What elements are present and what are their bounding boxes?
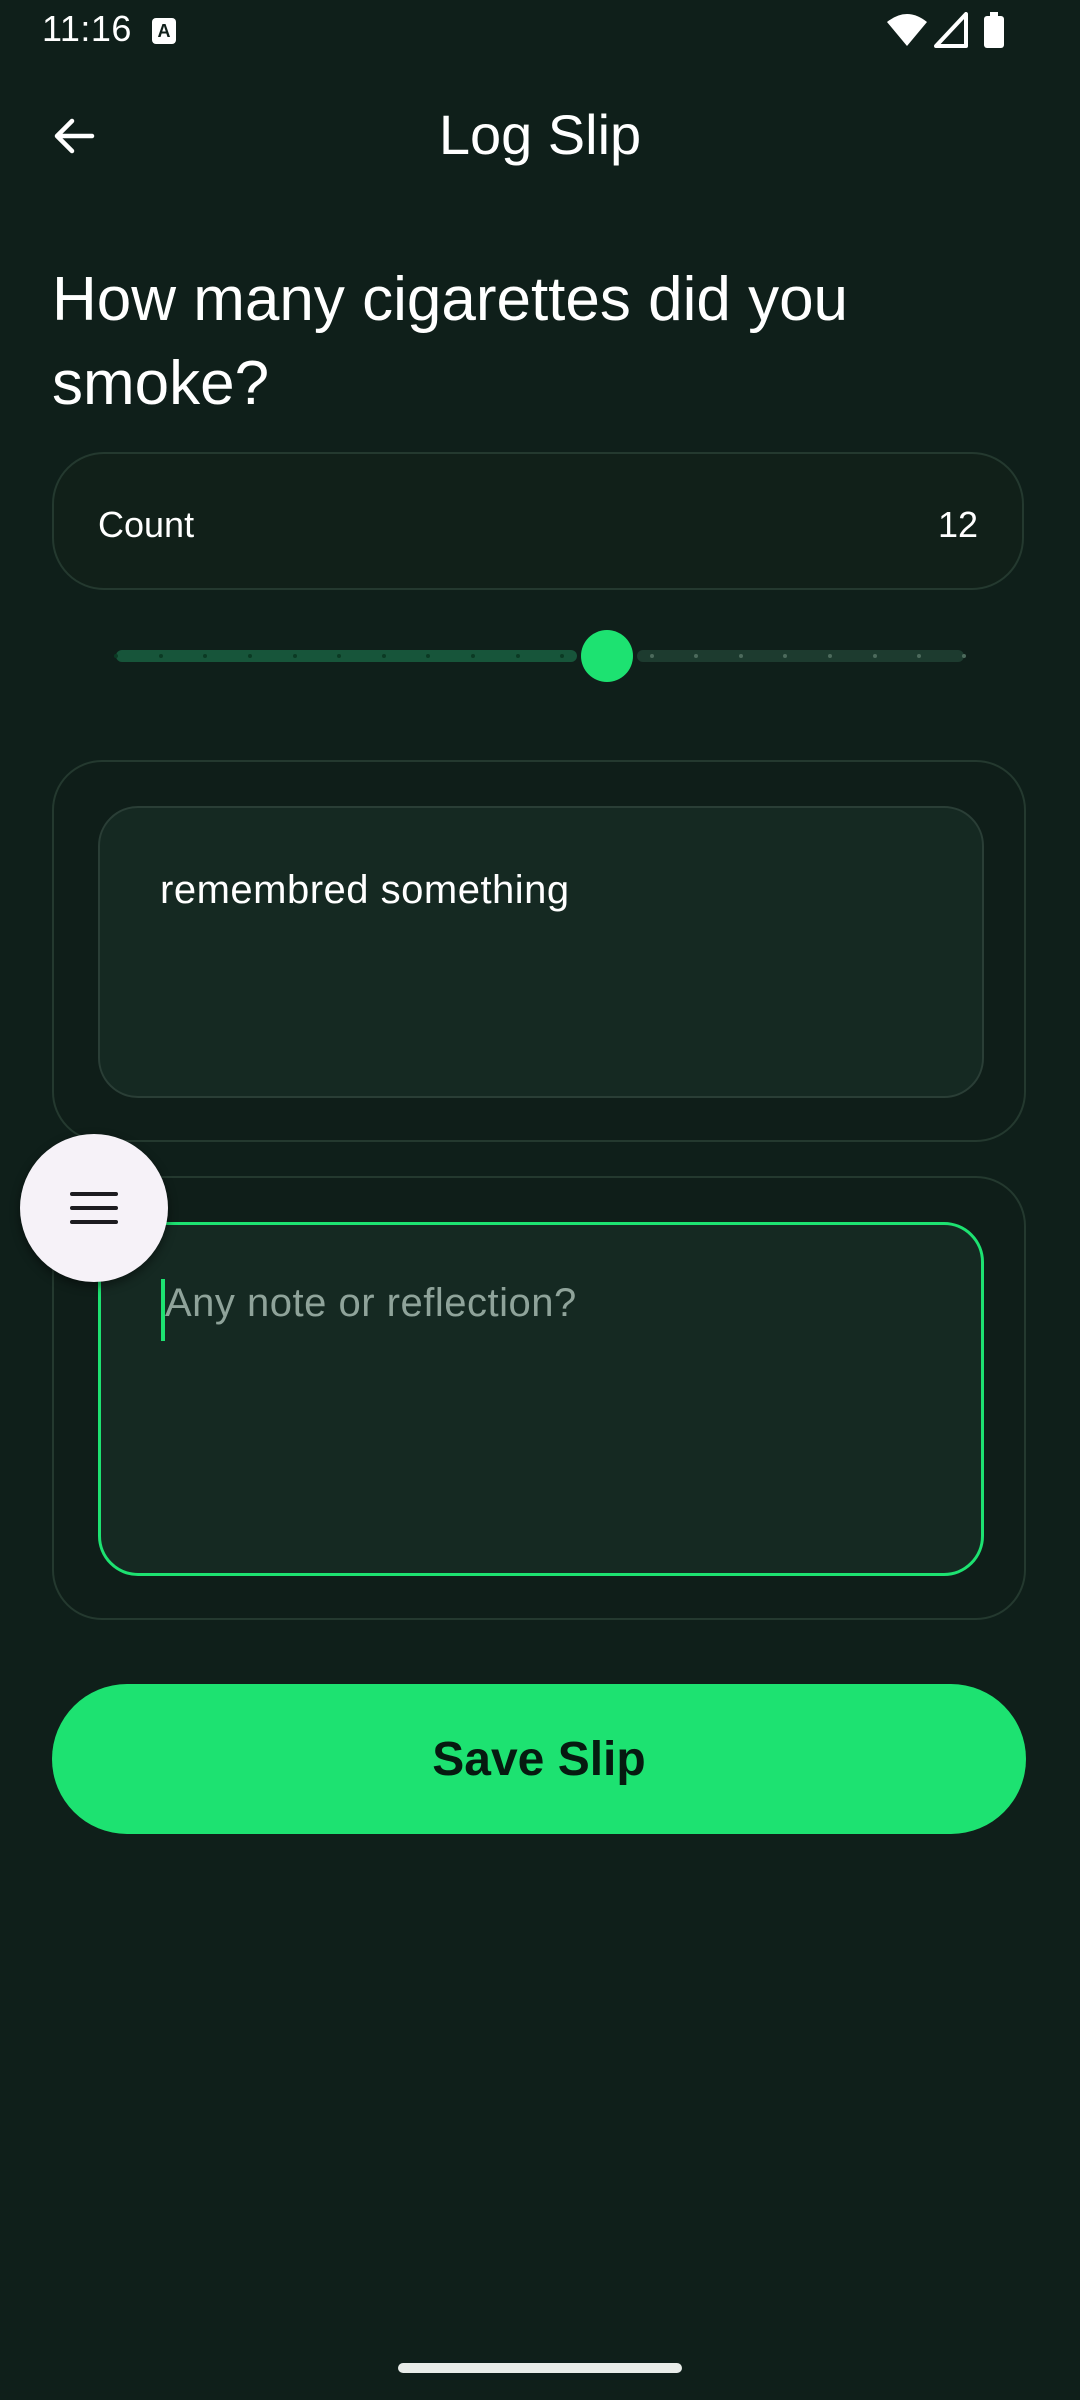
app-bar: Log Slip	[0, 80, 1080, 190]
reason-input-text: remembred something	[160, 868, 570, 912]
slider-tick	[649, 654, 654, 658]
slider-thumb[interactable]	[580, 630, 633, 682]
notification-a-icon: A	[152, 18, 176, 44]
menu-button[interactable]	[20, 1134, 168, 1282]
save-slip-button[interactable]: Save Slip	[52, 1684, 1026, 1834]
status-time: 11:16	[42, 8, 132, 49]
slider-track-inactive	[636, 650, 964, 662]
status-bar: 11:16 A	[0, 0, 1080, 62]
home-indicator[interactable]	[398, 2363, 682, 2373]
slider-tick	[158, 654, 163, 658]
reason-card: remembred something	[52, 760, 1026, 1142]
wifi-icon	[887, 14, 927, 46]
question-heading: How many cigarettes did you smoke?	[52, 265, 849, 418]
slider-tick	[962, 654, 966, 658]
slider-tick	[872, 654, 877, 658]
slider-tick	[381, 654, 386, 658]
count-label: Count	[98, 504, 195, 545]
page-title: Log Slip	[438, 103, 642, 166]
count-slider[interactable]	[114, 628, 966, 684]
slider-tick	[738, 654, 743, 658]
slider-tick	[292, 654, 297, 658]
note-input[interactable]: Any note or reflection?	[98, 1222, 984, 1576]
battery-icon	[984, 12, 1004, 48]
slider-track-active	[116, 650, 577, 662]
save-slip-label: Save Slip	[432, 1732, 646, 1786]
slider-tick	[114, 654, 118, 658]
signal-icon	[934, 12, 968, 48]
count-card: Count 12	[52, 452, 1024, 590]
slider-tick	[515, 654, 520, 658]
reason-input[interactable]: remembred something	[98, 806, 984, 1098]
menu-icon	[70, 1192, 118, 1224]
note-input-placeholder: Any note or reflection?	[165, 1281, 577, 1325]
slider-tick	[247, 654, 252, 658]
count-value: 12	[937, 504, 978, 545]
note-card: Any note or reflection?	[52, 1176, 1026, 1620]
